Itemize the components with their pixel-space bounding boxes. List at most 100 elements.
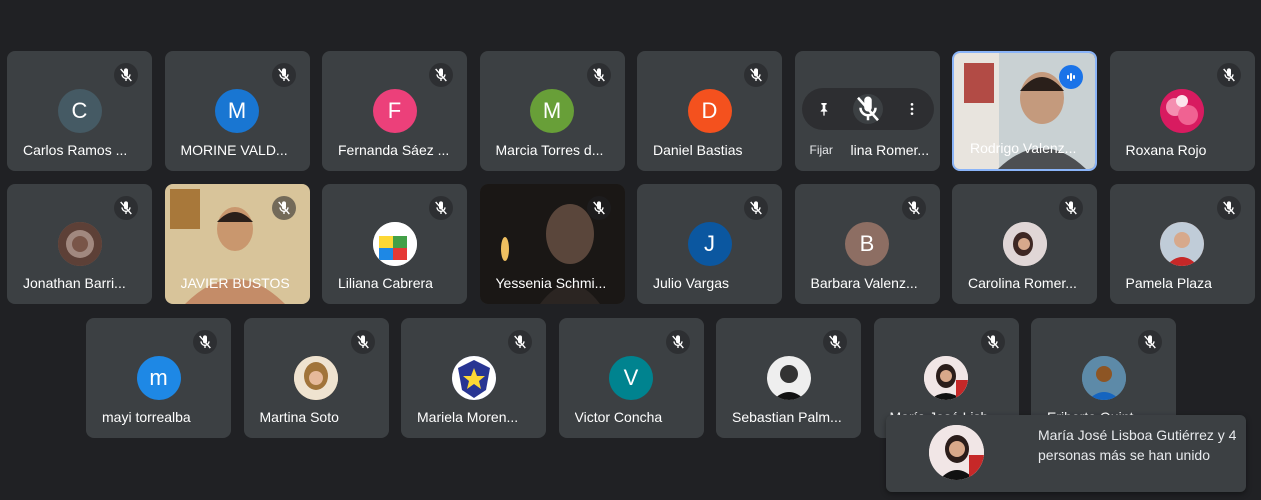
participant-tile[interactable]: J Julio Vargas [637,184,782,304]
mic-off-icon [1222,201,1235,215]
muted-indicator [586,63,611,87]
participant-tile[interactable]: C Carlos Ramos ... [7,51,152,171]
mic-off-icon [829,335,841,349]
participant-name: Liliana Cabrera [338,275,433,291]
participant-avatar: M [215,89,259,133]
mic-off-icon [1144,335,1156,349]
participant-avatar [57,222,102,266]
participant-name: Victor Concha [574,409,663,425]
muted-indicator [823,330,847,354]
muted-indicator [114,63,138,87]
muted-indicator [586,196,611,220]
participant-tile[interactable]: B Barbara Valenz... [794,184,940,304]
mic-off-icon [1065,201,1077,215]
participant-tile[interactable]: Carolina Romer... [952,184,1097,304]
avatar-initial: B [859,231,875,256]
participant-tile[interactable]: Sebastian Palm... [716,318,861,438]
avatar-initial: m [149,365,168,390]
muted-indicator [508,330,532,354]
avatar-initial: C [71,98,88,123]
participant-tile[interactable]: Rodrigo Valenz... [952,51,1097,171]
muted-indicator [744,63,768,87]
join-notification-toast: María José Lisboa Gutiérrez y 4 personas… [886,415,1246,492]
participant-name: Daniel Bastias [653,142,743,158]
participant-name: Martina Soto [259,409,339,425]
participant-name: Yessenia Schmi... [495,275,607,291]
mic-off-icon [592,201,605,215]
muted-indicator [114,196,138,220]
participant-name: Fernanda Sáez ... [338,142,450,158]
participant-name: Barbara Valenz... [810,275,918,291]
participant-tile[interactable]: Liliana Cabrera [322,184,467,304]
mic-off-icon [277,68,290,82]
participant-name: Jonathan Barri... [23,275,126,291]
speaking-icon [1067,73,1075,81]
participant-avatar: V [609,356,653,400]
mic-off-icon [856,96,879,122]
participant-tile[interactable]: M Marcia Torres d... [479,51,625,171]
mute-participant-button[interactable] [852,94,883,124]
participant-tile[interactable]: Fijar lina Romer... [794,51,940,171]
avatar-initial: M [227,98,247,123]
participant-name: lina Romer... [850,142,930,158]
muted-indicator [271,196,296,220]
participant-avatar [924,356,968,400]
mic-off-icon [750,201,762,215]
participant-avatar: J [687,222,732,266]
participant-name: Carolina Romer... [968,275,1077,291]
muted-indicator [901,196,926,220]
muted-indicator [429,196,453,220]
participant-name: Julio Vargas [653,275,730,291]
mic-off-icon [514,335,526,349]
participant-tile[interactable]: F Fernanda Sáez ... [322,51,467,171]
participant-name: mayi torrealba [102,409,191,425]
participant-avatar [1160,222,1204,266]
participant-name: JAVIER BUSTOS [180,275,290,291]
more-vert-icon [910,103,913,115]
participant-tile[interactable]: Mariela Moren... [401,318,546,438]
participant-tile[interactable]: Jonathan Barri... [7,184,152,304]
avatar-initial: D [701,98,718,123]
participant-avatar: m [136,356,181,400]
muted-indicator [665,330,690,354]
mic-off-icon [671,335,684,349]
participant-tile[interactable]: Roxana Rojo [1109,51,1255,171]
participant-tile[interactable]: m mayi torrealba [86,318,231,438]
participant-tile[interactable]: V Victor Concha [558,318,704,438]
mic-off-icon [986,335,999,349]
participant-tile[interactable]: JAVIER BUSTOS [164,184,310,304]
muted-indicator [1216,196,1241,220]
muted-indicator [429,63,453,87]
speaking-indicator [1059,65,1083,89]
muted-indicator [1216,63,1241,87]
participant-name: MORINE VALD... [180,142,288,158]
participant-tile[interactable]: D Daniel Bastias [637,51,782,171]
participant-tile[interactable]: Pamela Plaza [1109,184,1255,304]
participant-avatar [1160,89,1204,133]
muted-indicator [1138,330,1162,354]
participant-avatar: F [372,89,417,133]
avatar-initial: F [387,98,402,123]
muted-indicator [271,63,296,87]
avatar-initial: J [704,231,715,256]
mic-off-icon [277,201,290,215]
participant-tile[interactable]: Yessenia Schmi... [479,184,625,304]
muted-indicator [1059,196,1083,220]
participant-avatar [1081,356,1126,400]
mic-off-icon [120,201,132,215]
participant-name: Carlos Ramos ... [23,142,128,158]
more-options-button[interactable] [897,94,927,124]
participant-name: Mariela Moren... [417,409,519,425]
tile-hover-controls [801,88,934,130]
participant-tile[interactable]: Martina Soto [243,318,389,438]
participant-avatar [766,356,811,400]
participant-name: Rodrigo Valenz... [970,140,1077,156]
mic-off-icon [356,335,369,349]
mic-off-icon [120,68,132,82]
muted-indicator [193,330,217,354]
participant-avatar [294,356,338,400]
toast-avatar [929,425,984,480]
participant-tile[interactable]: M MORINE VALD... [164,51,310,171]
participant-avatar: C [57,89,102,133]
pin-button[interactable] [809,94,839,124]
